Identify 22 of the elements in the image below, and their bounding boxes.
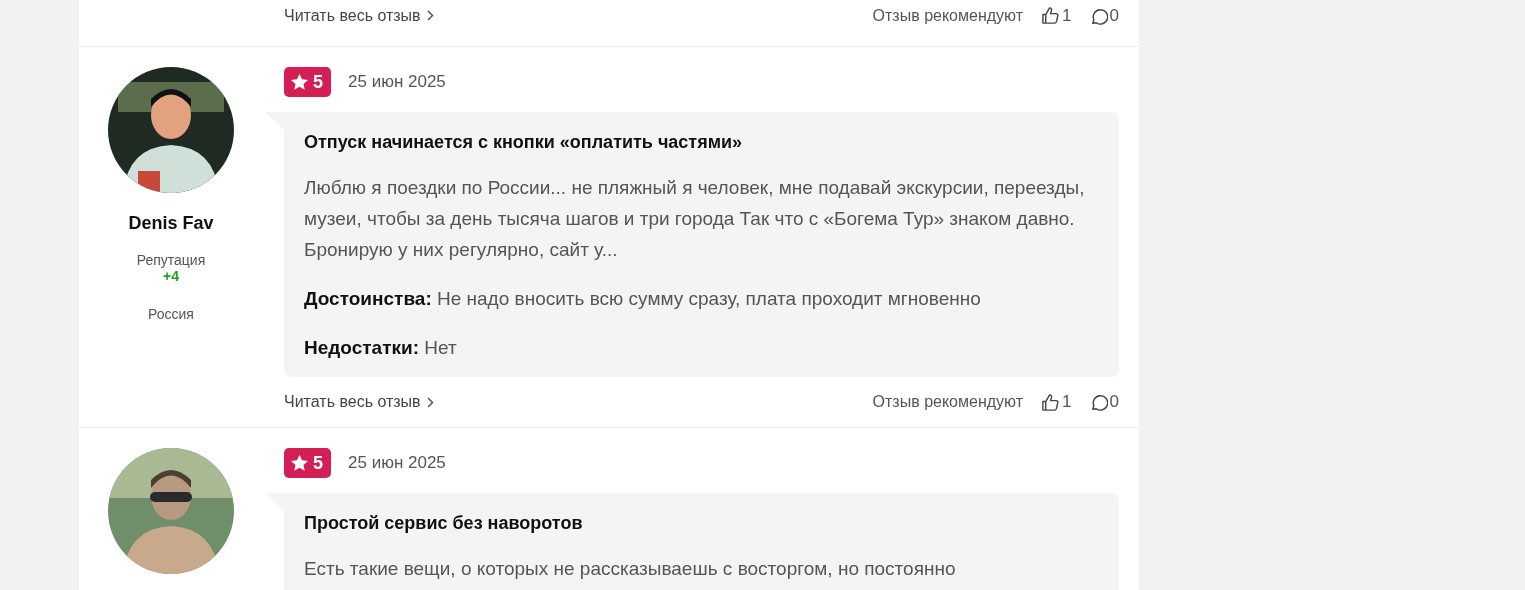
author-name[interactable]: Denis Fav [128,213,214,234]
recommend-label: Отзыв рекомендуют [872,6,1024,25]
reputation-label: Репутация [136,252,206,268]
review-title: Простой сервис без наворотов [304,513,584,534]
comments-button[interactable]: 0 [1089,392,1119,412]
like-button[interactable]: 1 [1041,5,1072,26]
like-button[interactable]: 1 [1041,392,1072,412]
author-country: Россия [148,306,194,322]
cons-text: Недостатки: Нет [304,336,458,360]
rating-badge: 5 [284,67,331,97]
review-title: Отпуск начинается с кнопки «оплатить частями» [304,132,744,153]
pros-text: Достоинства: Не надо вносить всю сумму сразу, плата проходит мгновенно [304,287,982,311]
review-text: Люблю я поездки по России... не пляжный я человек, мне подавай экскурсии, переезды, музеи, чтобы за день тысяча шагов и три города Так что с «Богема Тур» знаком давно. Бронирую у них регулярно, сайт у... [304,176,1086,262]
review-text: Есть такие вещи, о которых не рассказываешь с восторгом, но постоянно [304,557,957,581]
rating-badge: 5 [284,448,331,478]
reputation-value: +4 [163,268,179,284]
read-full-review-link[interactable]: Читать весь отзыв [284,6,434,25]
recommend-label: Отзыв рекомендуют [872,393,1024,411]
read-full-review-link[interactable]: Читать весь отзыв [284,393,434,411]
review-date: 25 июн 2025 [348,72,446,92]
comments-button[interactable]: 0 [1089,5,1119,26]
review-date: 25 июн 2025 [348,453,446,473]
